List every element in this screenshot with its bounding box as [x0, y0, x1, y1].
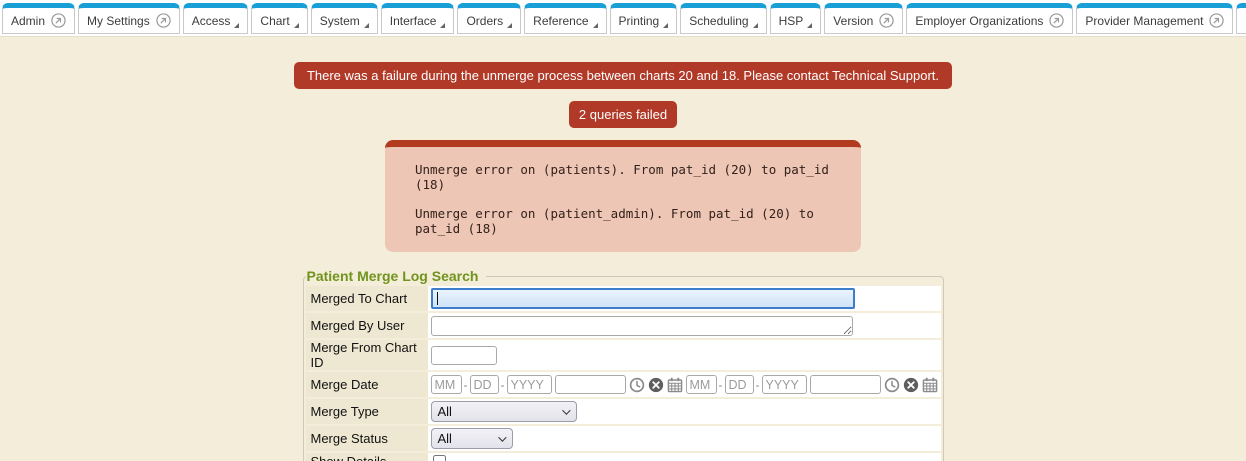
form-row-merge-type: Merge Type All [306, 399, 941, 424]
unmerge-error-line: Unmerge error on (patients). From pat_id… [415, 162, 851, 192]
tab-label: Scheduling [689, 14, 748, 28]
field-label: Merge Type [306, 399, 428, 424]
date-separator: - [719, 378, 723, 392]
external-link-icon [1049, 13, 1064, 28]
dropdown-icon [807, 23, 812, 28]
tab-label: Interface [390, 14, 437, 28]
tab-reference[interactable]: Reference [524, 3, 606, 34]
merge-date-from-month-input[interactable] [431, 375, 462, 394]
tab-label: Printing [619, 14, 660, 28]
clock-icon[interactable] [629, 377, 645, 393]
tab-employer-organizations[interactable]: Employer Organizations [906, 3, 1073, 34]
tab-label: Access [192, 14, 231, 28]
merge-from-chart-id-input[interactable] [431, 346, 497, 365]
tab-interface[interactable]: Interface [381, 3, 455, 34]
merge-date-from-group: - - [431, 375, 683, 394]
tab-label: Reference [533, 14, 588, 28]
main-content: There was a failure during the unmerge p… [0, 37, 1246, 461]
merged-by-user-textarea[interactable] [431, 316, 853, 336]
external-link-icon [879, 13, 894, 28]
dropdown-icon [364, 23, 369, 28]
tab-my-settings[interactable]: My Settings [78, 3, 180, 34]
dropdown-icon [440, 23, 445, 28]
form-row-merge-status: Merge Status All [306, 426, 941, 451]
clear-icon[interactable] [903, 377, 919, 393]
form-row-merged-by-user: Merged By User [306, 313, 941, 338]
external-link-icon [156, 13, 171, 28]
merge-date-from-day-input[interactable] [470, 375, 499, 394]
selected-value: All [438, 431, 452, 446]
dropdown-icon [663, 23, 668, 28]
dropdown-icon [593, 23, 598, 28]
date-separator: - [501, 378, 505, 392]
text-caret [437, 292, 438, 305]
merge-date-to-time-input[interactable] [810, 375, 881, 394]
tab-label: My Settings [87, 14, 150, 28]
chevron-down-icon [562, 406, 570, 414]
tab-system[interactable]: System [311, 3, 378, 34]
tab-hsp[interactable]: HSP [770, 3, 822, 34]
tab-label: Provider Management [1085, 14, 1203, 28]
show-details-checkbox[interactable] [433, 455, 446, 461]
field-label: Merge Date [306, 372, 428, 397]
merge-date-to-month-input[interactable] [686, 375, 717, 394]
tab-provider-management[interactable]: Provider Management [1076, 3, 1233, 34]
selected-value: All [438, 404, 452, 419]
merge-date-to-day-input[interactable] [725, 375, 754, 394]
form-row-merge-from-chart-id: Merge From Chart ID [306, 340, 941, 370]
tab-admin[interactable]: Admin [2, 3, 75, 34]
external-link-icon [1209, 13, 1224, 28]
tab-printing[interactable]: Printing [610, 3, 678, 34]
field-label: Show Details [306, 453, 428, 461]
tab-bar: Admin My Settings Access Chart System In… [0, 0, 1246, 37]
field-label: Merged To Chart [306, 286, 428, 311]
field-label: Merge From Chart ID [306, 340, 428, 370]
chevron-down-icon [498, 433, 506, 441]
queries-failed-badge: 2 queries failed [569, 101, 677, 128]
field-label: Merge Status [306, 426, 428, 451]
dropdown-icon [294, 23, 299, 28]
form-title: Patient Merge Log Search [306, 268, 487, 284]
external-link-icon [51, 13, 66, 28]
tab-label: Orders [466, 14, 503, 28]
tab-similar-exposure-groups[interactable]: Similar Exposure Groups (SEGs) [1236, 3, 1246, 34]
tab-label: Employer Organizations [915, 14, 1043, 28]
tab-label: Chart [260, 14, 289, 28]
dropdown-icon [753, 23, 758, 28]
merge-status-select[interactable]: All [431, 428, 513, 449]
calendar-icon[interactable] [667, 377, 683, 393]
tab-access[interactable]: Access [183, 3, 249, 34]
clear-icon[interactable] [648, 377, 664, 393]
tab-chart[interactable]: Chart [251, 3, 307, 34]
merge-type-select[interactable]: All [431, 401, 577, 422]
merged-to-chart-input[interactable] [431, 288, 855, 309]
clock-icon[interactable] [884, 377, 900, 393]
tab-label: Admin [11, 14, 45, 28]
date-separator: - [464, 378, 468, 392]
form-row-merge-date: Merge Date - - - - [306, 372, 941, 397]
form-row-show-details: Show Details [306, 453, 941, 461]
dropdown-icon [234, 23, 239, 28]
date-separator: - [756, 378, 760, 392]
tab-label: HSP [779, 14, 804, 28]
tab-scheduling[interactable]: Scheduling [680, 3, 766, 34]
field-label: Merged By User [306, 313, 428, 338]
merge-date-from-year-input[interactable] [507, 375, 552, 394]
tab-label: System [320, 14, 360, 28]
tab-version[interactable]: Version [824, 3, 903, 34]
error-banner: There was a failure during the unmerge p… [294, 62, 952, 89]
merge-date-to-group: - - [686, 375, 938, 394]
unmerge-error-box: Unmerge error on (patients). From pat_id… [385, 140, 861, 252]
merge-date-to-year-input[interactable] [762, 375, 807, 394]
form-row-merged-to-chart: Merged To Chart [306, 286, 941, 311]
merge-date-from-time-input[interactable] [555, 375, 626, 394]
tab-orders[interactable]: Orders [457, 3, 521, 34]
calendar-icon[interactable] [922, 377, 938, 393]
unmerge-error-line: Unmerge error on (patient_admin). From p… [415, 206, 851, 236]
patient-merge-log-search-form: Patient Merge Log Search Merged To Chart… [303, 268, 944, 461]
tab-label: Version [833, 14, 873, 28]
dropdown-icon [507, 23, 512, 28]
